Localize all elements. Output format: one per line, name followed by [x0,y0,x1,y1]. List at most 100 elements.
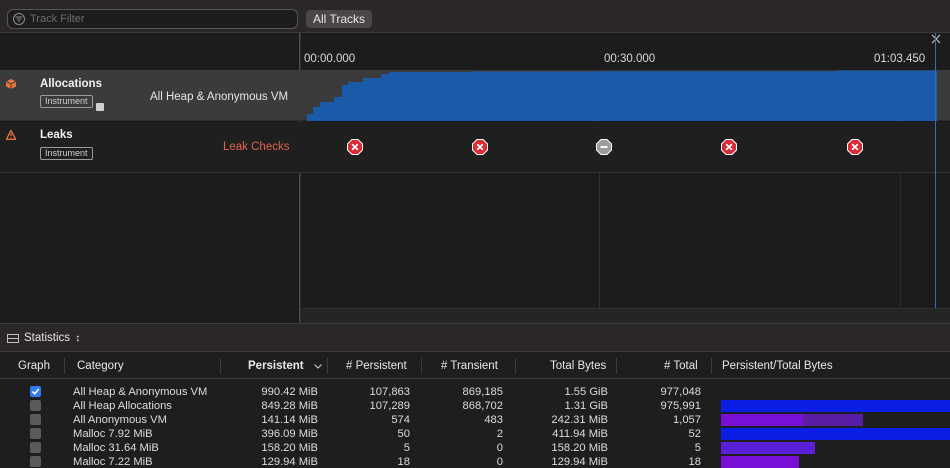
instrument-badge[interactable]: Instrument [40,147,93,160]
track-detail-label[interactable]: All Heap & Anonymous VM [150,91,288,103]
col-persistent[interactable]: Persistent [248,360,304,372]
cell-category: Malloc 31.64 MiB [73,442,159,454]
cell-total-bytes: 1.31 GiB [564,400,608,412]
allocations-graph[interactable] [301,70,937,121]
col-persistent-total-bytes[interactable]: Persistent/Total Bytes [722,360,833,372]
col-num-transient[interactable]: # Transient [441,360,498,372]
cell-n-total: 5 [694,442,701,454]
track-area: 00:00.000 00:30.000 01:03.450 Allocation… [0,33,950,323]
table-row[interactable]: Malloc 31.64 MiB 158.20 MiB 5 0 158.20 MiB 5 [0,441,950,455]
cell-n-transient: 0 [496,456,503,468]
cell-total-bytes: 129.94 MiB [551,456,608,468]
leak-check-failed-icon[interactable] [472,139,488,155]
column-divider [616,358,617,374]
cell-category: All Heap Allocations [73,400,172,412]
persistent-bytes-bar [721,400,950,412]
table-row[interactable]: All Heap & Anonymous VM 990.42 MiB 107,863… [0,385,950,399]
cell-n-total: 18 [688,456,701,468]
leak-check-failed-icon[interactable] [847,139,863,155]
table-row[interactable]: All Heap Allocations 849.28 MiB 107,289 868… [0,399,950,413]
track-filter[interactable] [7,9,298,29]
cell-category: Malloc 7.22 MiB [73,456,153,468]
graph-checkbox[interactable] [30,400,41,411]
col-num-total[interactable]: # Total [664,360,698,372]
graph-checkbox[interactable] [30,442,41,453]
cell-total-bytes: 411.94 MiB [552,428,608,440]
col-total-bytes[interactable]: Total Bytes [550,360,606,372]
toolbar: All Tracks [0,0,950,33]
column-divider [421,358,422,374]
graph-checkbox[interactable] [30,456,41,467]
cell-n-total: 975,991 [660,400,701,412]
chevron-up-down-icon: ↕ [75,333,81,344]
cell-n-total: 1,057 [673,414,701,426]
track-allocations[interactable]: Allocations Instrument All Heap & Anonym… [0,70,950,121]
cell-n-persistent: 107,289 [369,400,410,412]
table-row[interactable]: All Anonymous VM 141.14 MiB 574 483 242.31 M… [0,413,950,427]
table-header: Graph Category Persistent # Persistent #… [0,353,950,379]
badge-menu-icon[interactable] [96,103,104,111]
sort-descending-icon[interactable] [314,364,322,369]
column-divider [711,358,712,374]
col-graph[interactable]: Graph [18,360,50,372]
column-divider [327,358,328,374]
persistent-bytes-bar [721,414,803,426]
cell-category: All Heap & Anonymous VM [73,386,208,398]
detail-view-bar: Statistics ↕ [0,323,950,352]
cell-n-persistent: 18 [397,456,410,468]
col-category[interactable]: Category [77,360,124,372]
instrument-badge[interactable]: Instrument [40,95,93,108]
cell-n-total: 52 [688,428,701,440]
table-row[interactable]: Malloc 7.92 MiB 396.09 MiB 50 2 411.94 MiB 52 [0,427,950,441]
column-divider [64,358,65,374]
cell-total-bytes: 242.31 MiB [551,414,608,426]
track-title: Leaks [40,129,73,141]
cell-total-bytes: 1.55 GiB [564,386,608,398]
cell-n-transient: 869,185 [462,386,503,398]
track-detail-label[interactable]: Leak Checks [223,141,289,153]
cell-n-persistent: 574 [391,414,410,426]
track-filter-input[interactable] [30,11,280,27]
track-title: Allocations [40,78,102,90]
statistics-label: Statistics [24,332,71,344]
timeline-tick-label: 00:30.000 [604,53,656,65]
cell-n-transient: 0 [496,442,503,454]
cell-persistent: 141.14 MiB [261,414,318,426]
col-num-persistent[interactable]: # Persistent [346,360,407,372]
cell-n-total: 977,048 [660,386,701,398]
persistent-bytes-bar [721,456,799,468]
column-divider [220,358,221,374]
cell-persistent: 990.42 MiB [261,386,318,398]
cell-category: Malloc 7.92 MiB [73,428,153,440]
column-divider [515,358,516,374]
persistent-bytes-bar [721,428,950,440]
playhead[interactable] [935,33,936,323]
cell-persistent: 396.09 MiB [261,428,318,440]
graph-checkbox[interactable] [30,428,41,439]
warning-icon [6,130,16,140]
cell-persistent: 129.94 MiB [261,456,318,468]
cell-category: All Anonymous VM [73,414,167,426]
cell-n-persistent: 5 [403,442,410,454]
table-row[interactable]: Malloc 7.22 MiB 129.94 MiB 18 0 129.94 MiB 18 [0,455,950,468]
timeline-tick-label: 00:00.000 [304,53,356,65]
leak-check-failed-icon[interactable] [721,139,737,155]
cell-total-bytes: 158.20 MiB [551,442,608,454]
track-leaks[interactable]: Leaks Instrument Leak Checks [0,122,950,173]
cell-persistent: 158.20 MiB [261,442,318,454]
cell-n-transient: 868,702 [462,400,503,412]
cell-persistent: 849.28 MiB [261,400,318,412]
graph-checkbox[interactable] [30,414,41,425]
statistics-table: Graph Category Persistent # Persistent #… [0,353,950,468]
all-tracks-button[interactable]: All Tracks [306,10,373,28]
timeline-scrollbar[interactable] [301,308,950,323]
statistics-selector[interactable]: Statistics ↕ [24,332,80,344]
cell-n-persistent: 107,863 [369,386,410,398]
cell-n-transient: 2 [496,428,503,440]
close-inspection-icon[interactable] [931,34,941,44]
leak-check-failed-icon[interactable] [347,139,363,155]
leak-check-ok-icon[interactable] [596,139,612,155]
timeline-tick-label: 01:03.450 [874,53,926,65]
allocations-icon [6,79,16,89]
graph-checkbox[interactable] [30,386,41,397]
